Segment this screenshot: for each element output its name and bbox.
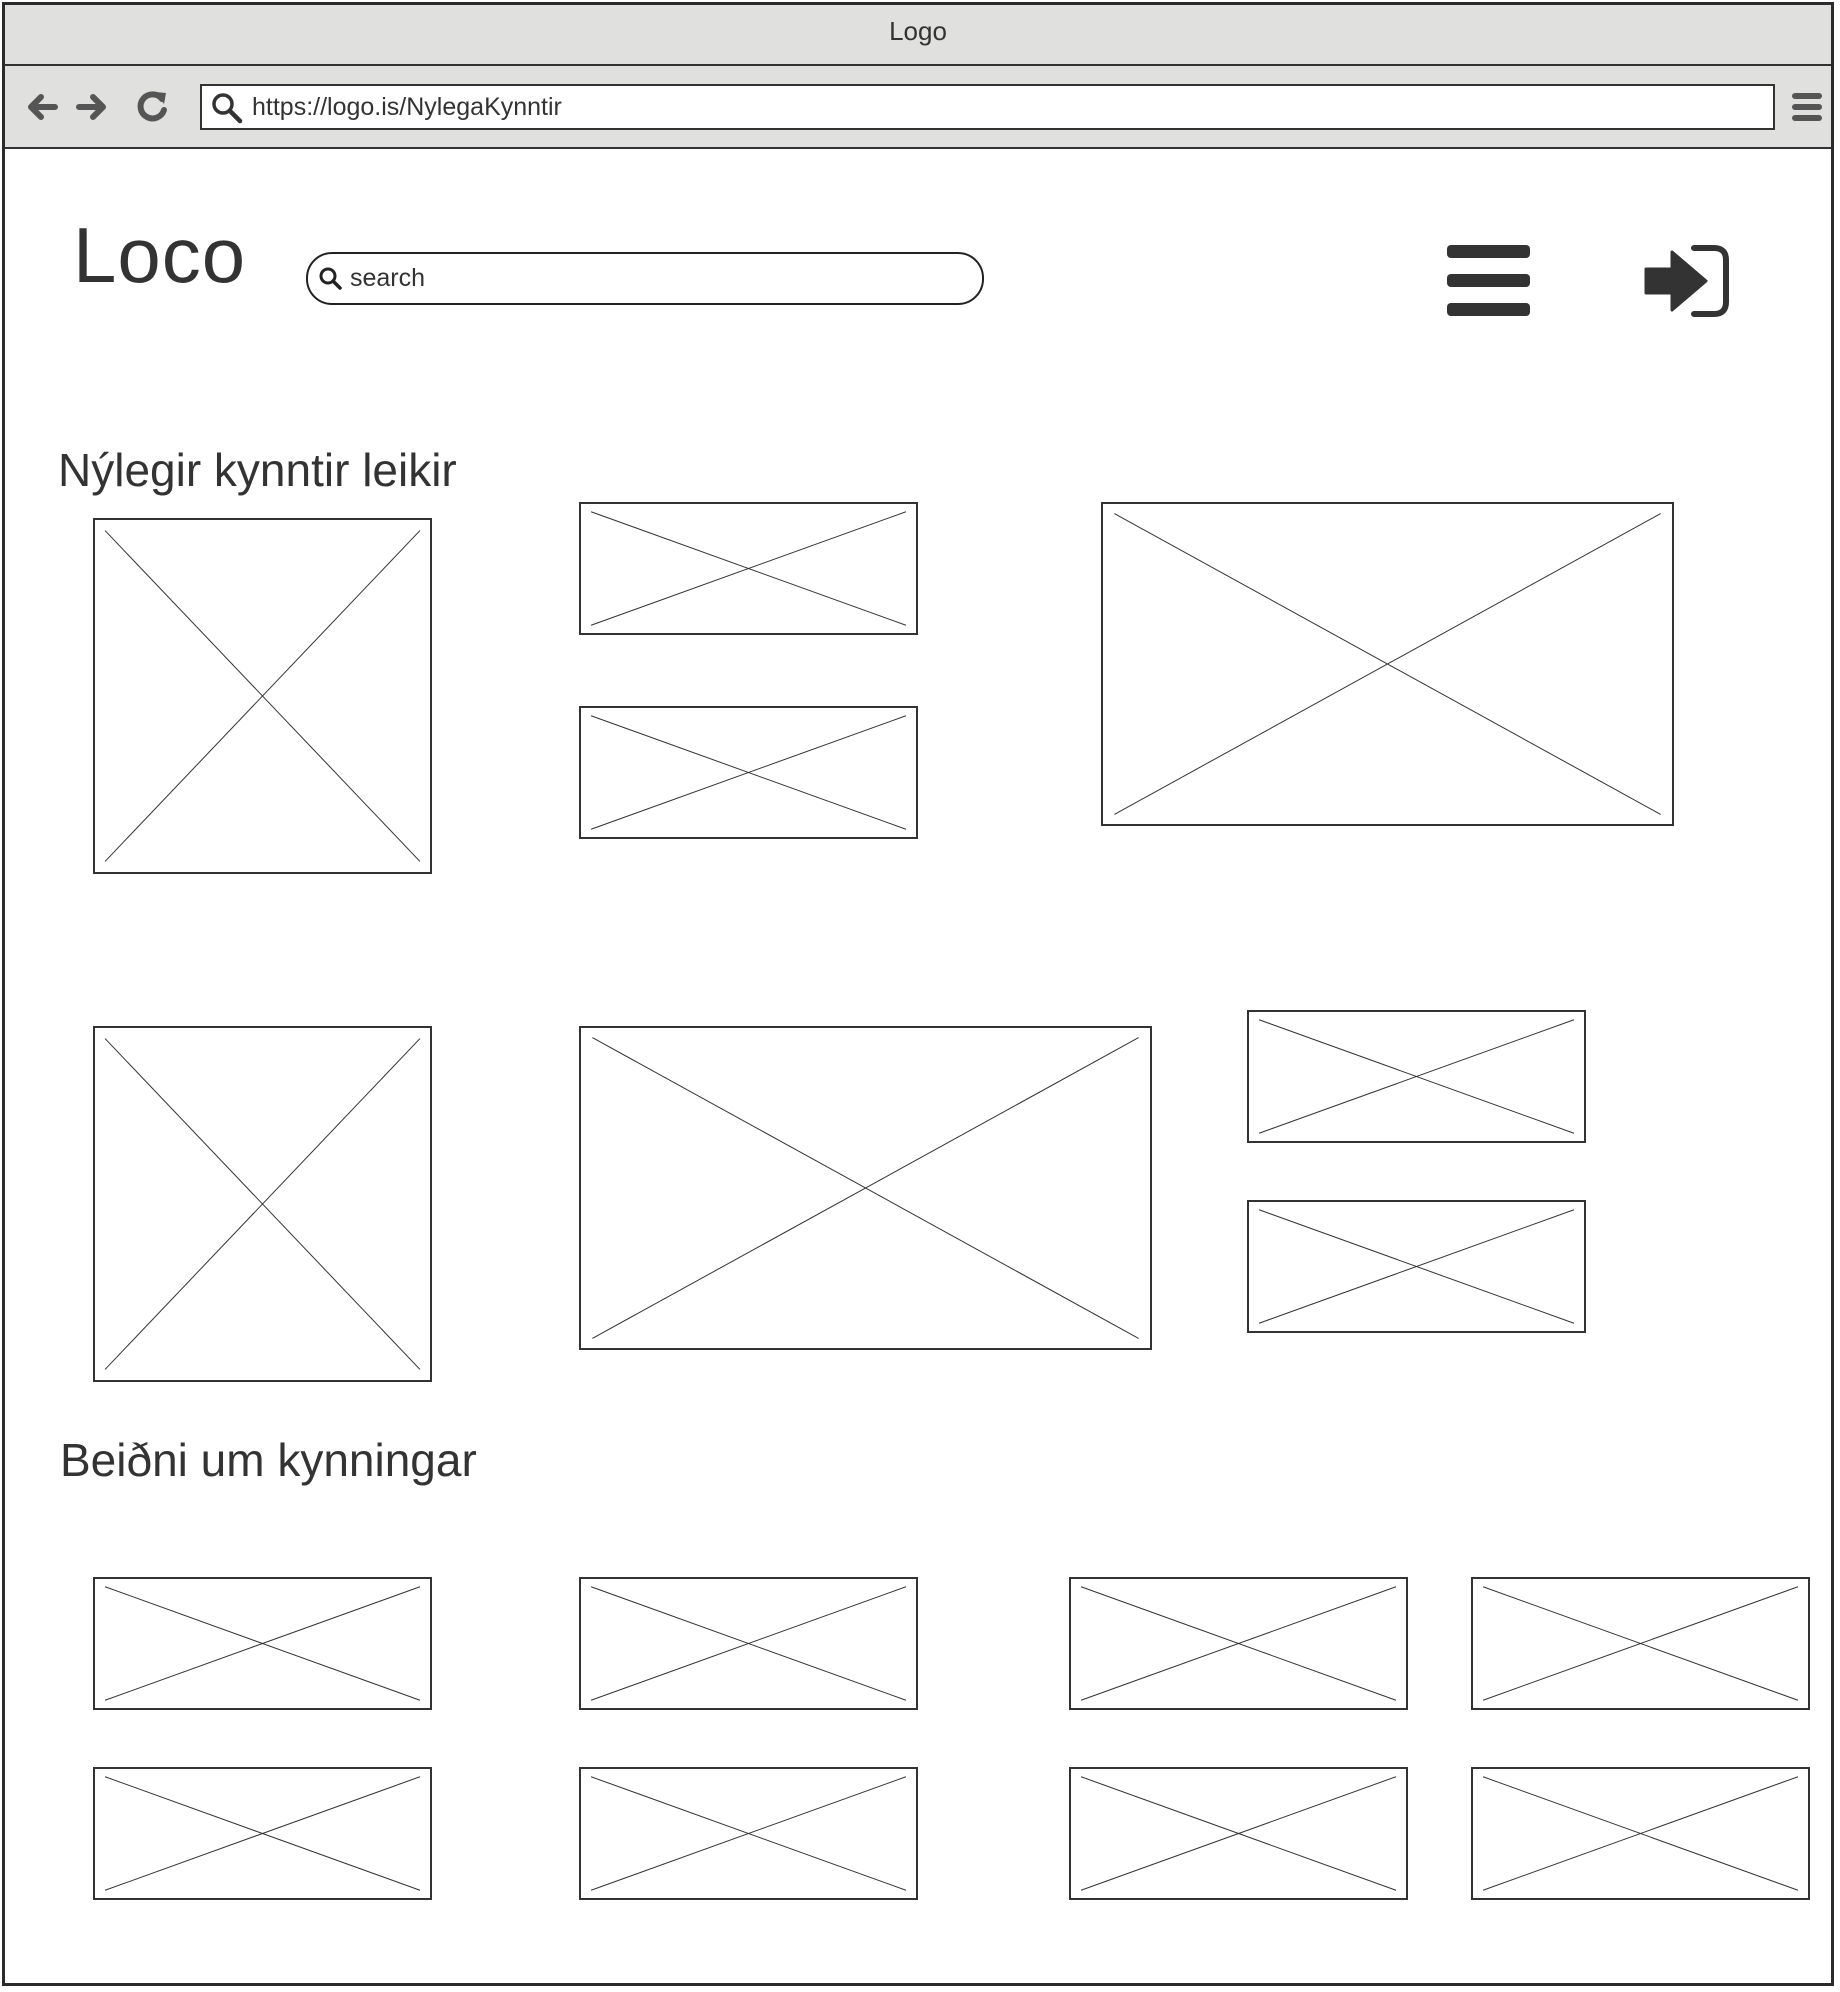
url-text[interactable]: https://logo.is/NylegaKynntir (252, 86, 562, 128)
game-thumbnail[interactable] (1101, 502, 1674, 826)
request-thumbnail[interactable] (93, 1767, 432, 1900)
request-thumbnail[interactable] (1471, 1767, 1810, 1900)
request-thumbnail[interactable] (579, 1767, 918, 1900)
sign-in-icon[interactable] (1642, 242, 1730, 320)
request-thumbnail[interactable] (1471, 1577, 1810, 1710)
request-thumbnail[interactable] (1069, 1767, 1408, 1900)
browser-window: Logo https://logo.is/NylegaKynntir Loco (2, 2, 1834, 1986)
browser-toolbar: https://logo.is/NylegaKynntir (5, 66, 1831, 149)
game-thumbnail[interactable] (93, 518, 432, 874)
reload-icon[interactable] (133, 88, 171, 126)
search-icon (212, 93, 243, 124)
game-thumbnail[interactable] (579, 1026, 1152, 1350)
search-input[interactable] (350, 260, 950, 296)
game-thumbnail[interactable] (1247, 1010, 1586, 1143)
hamburger-icon[interactable] (1445, 243, 1532, 318)
arrow-right-icon[interactable] (73, 88, 111, 126)
arrow-left-icon[interactable] (23, 88, 61, 126)
game-thumbnail[interactable] (579, 502, 918, 635)
request-thumbnail[interactable] (1069, 1577, 1408, 1710)
game-thumbnail[interactable] (579, 706, 918, 839)
address-bar[interactable]: https://logo.is/NylegaKynntir (200, 84, 1775, 130)
section-title-requests: Beiðni um kynningar (60, 1434, 477, 1486)
search-box[interactable] (306, 252, 984, 305)
request-thumbnail[interactable] (579, 1577, 918, 1710)
search-icon (319, 267, 342, 290)
site-logo[interactable]: Loco (73, 210, 246, 300)
game-thumbnail[interactable] (1247, 1200, 1586, 1333)
menu-icon[interactable] (1791, 88, 1823, 126)
section-title-recent: Nýlegir kynntir leikir (58, 444, 457, 496)
game-thumbnail[interactable] (93, 1026, 432, 1382)
request-thumbnail[interactable] (93, 1577, 432, 1710)
window-title: Logo (5, 5, 1831, 66)
